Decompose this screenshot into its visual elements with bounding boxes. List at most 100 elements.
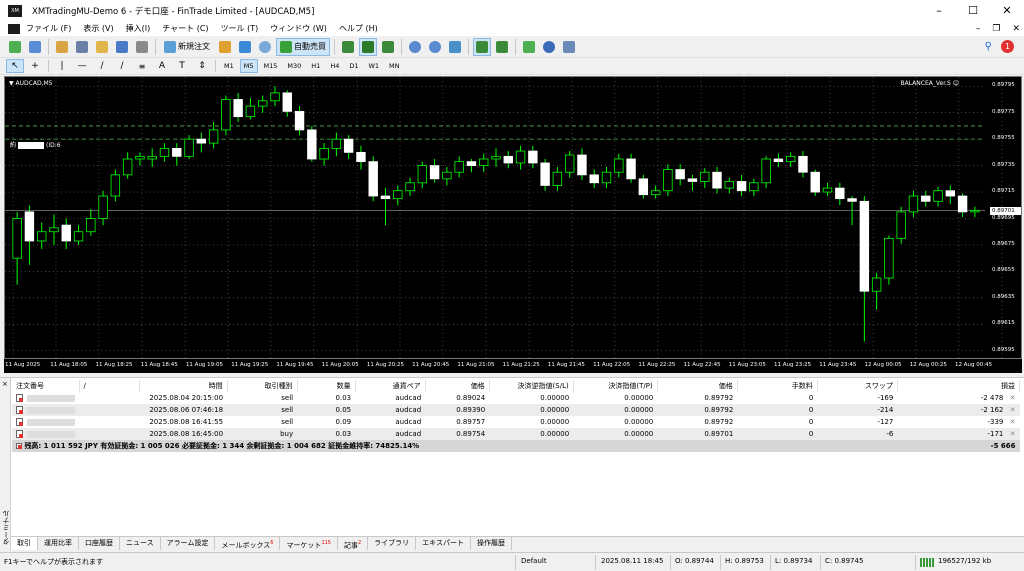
column-current-price[interactable]: 価格 xyxy=(657,380,738,392)
close-position-icon[interactable]: ✕ xyxy=(1010,418,1016,426)
auto-trading-button[interactable]: 自動売買 xyxy=(276,37,330,56)
trade-row[interactable]: 2025.08.08 16:45:00 buy 0.03 audcad 0.89754 0… xyxy=(12,428,1020,440)
status-profile[interactable]: Default xyxy=(521,557,547,565)
column-symbol[interactable]: 通貨ペア xyxy=(355,380,426,392)
column-tp[interactable]: 決済指値(T/P) xyxy=(573,380,658,392)
auto-scroll-button[interactable] xyxy=(473,37,491,56)
notification-badge-icon[interactable]: 1 xyxy=(1001,40,1014,53)
menu-view[interactable]: 表示 (V) xyxy=(77,22,119,36)
column-type[interactable]: 取引種別 xyxy=(227,380,298,392)
bar-chart-button[interactable] xyxy=(339,38,357,56)
navigator-button[interactable] xyxy=(93,38,111,56)
trade-time: 2025.08.08 16:41:55 xyxy=(139,416,228,428)
vertical-line-button[interactable]: | xyxy=(53,59,71,73)
timeframe-w1[interactable]: W1 xyxy=(364,59,383,73)
close-position-icon[interactable]: ✕ xyxy=(1010,430,1016,438)
channel-button[interactable]: ∕ xyxy=(113,59,131,73)
chart-shift-button[interactable] xyxy=(493,38,511,56)
tab-terminal-9[interactable]: エキスパート xyxy=(416,537,471,550)
column-commission[interactable]: 手数料 xyxy=(737,380,818,392)
terminal-close-icon[interactable]: × xyxy=(2,380,8,388)
zoom-out-button[interactable] xyxy=(426,38,444,56)
timeframe-h1[interactable]: H1 xyxy=(307,59,324,73)
timeframe-m30[interactable]: M30 xyxy=(283,59,305,73)
crosshair-button[interactable]: + xyxy=(26,59,44,73)
bearish-candle xyxy=(675,169,685,180)
maximize-icon[interactable]: ☐ xyxy=(956,0,990,22)
market-watch-button[interactable] xyxy=(53,38,71,56)
bearish-candle xyxy=(798,155,808,173)
column-profit[interactable]: 損益 xyxy=(897,380,1021,392)
mdi-close-icon[interactable]: ✕ xyxy=(1012,22,1020,36)
tab-terminal-1[interactable]: 運用比率 xyxy=(38,537,79,550)
tile-windows-button[interactable] xyxy=(446,38,464,56)
menu-file[interactable]: ファイル (F) xyxy=(20,22,77,36)
zoom-in-button[interactable] xyxy=(406,38,424,56)
tab-terminal-6[interactable]: マーケット115 xyxy=(280,537,338,550)
column-size[interactable]: 数量 xyxy=(297,380,356,392)
terminal-button[interactable] xyxy=(113,38,131,56)
periods-button[interactable] xyxy=(540,38,558,56)
column-sl[interactable]: 決済逆指値(S/L) xyxy=(489,380,574,392)
menu-window[interactable]: ウィンドウ (W) xyxy=(264,22,333,36)
column-sort-indicator[interactable]: / xyxy=(79,380,140,392)
close-position-icon[interactable]: ✕ xyxy=(1010,394,1016,402)
candlestick-button[interactable] xyxy=(359,37,377,56)
profiles-button[interactable] xyxy=(26,38,44,56)
bullish-candle xyxy=(73,231,84,242)
column-time[interactable]: 時間 xyxy=(139,380,228,392)
timeframe-m1[interactable]: M1 xyxy=(220,59,238,73)
tab-terminal-2[interactable]: 口座履歴 xyxy=(79,537,120,550)
menu-tools[interactable]: ツール (T) xyxy=(215,22,265,36)
data-window-button[interactable] xyxy=(73,38,91,56)
trade-row[interactable]: 2025.08.04 20:15:00 sell 0.03 audcad 0.89024… xyxy=(12,392,1020,404)
tab-terminal-10[interactable]: 操作履歴 xyxy=(471,537,512,550)
trade-row[interactable]: 2025.08.08 16:41:55 sell 0.09 audcad 0.89757… xyxy=(12,416,1020,428)
column-swap[interactable]: スワップ xyxy=(817,380,898,392)
tab-terminal-8[interactable]: ライブラリ xyxy=(368,537,417,550)
tab-terminal-3[interactable]: ニュース xyxy=(120,537,161,550)
arrows-button[interactable]: ⇕ xyxy=(193,59,211,73)
tab-terminal-5[interactable]: メールボックス6 xyxy=(215,537,281,550)
timeframe-m15[interactable]: M15 xyxy=(260,59,282,73)
trade-row[interactable]: 2025.08.06 07:46:18 sell 0.05 audcad 0.89390… xyxy=(12,404,1020,416)
connection-status-icon[interactable] xyxy=(920,558,934,567)
cursor-button[interactable]: ↖ xyxy=(6,59,24,73)
minimize-icon[interactable]: – xyxy=(922,0,956,22)
horizontal-line-button[interactable]: — xyxy=(73,59,91,73)
text-label-button[interactable]: T xyxy=(173,59,191,73)
menu-chart[interactable]: チャート (C) xyxy=(156,22,214,36)
search-icon[interactable]: ⚲ xyxy=(985,41,992,52)
new-chart-button[interactable] xyxy=(6,38,24,56)
close-position-icon[interactable]: ✕ xyxy=(1010,406,1016,414)
chart-window-icon[interactable] xyxy=(8,24,20,34)
trendline-button[interactable]: ∕ xyxy=(93,59,111,73)
templates-button[interactable] xyxy=(560,38,578,56)
timeframe-h4[interactable]: H4 xyxy=(326,59,343,73)
tab-terminal-4[interactable]: アラーム設定 xyxy=(161,537,216,550)
trade-current-price: 0.89792 xyxy=(657,416,738,428)
mdi-restore-icon[interactable]: ❐ xyxy=(992,22,1000,36)
fibonacci-button[interactable]: ≡ xyxy=(133,59,151,73)
text-button[interactable]: A xyxy=(153,59,171,73)
timeframe-mn[interactable]: MN xyxy=(385,59,403,73)
timeframe-m5[interactable]: M5 xyxy=(239,59,258,73)
column-price[interactable]: 価格 xyxy=(425,380,490,392)
line-chart-button[interactable] xyxy=(379,38,397,56)
community-button[interactable] xyxy=(236,38,254,56)
menu-help[interactable]: ヘルプ (H) xyxy=(333,22,384,36)
price-chart[interactable]: ▼ AUDCAD,M5 BALANCEA_Ver.S ☺ 約 (ID:6 0.89… xyxy=(4,76,1022,359)
indicators-button[interactable] xyxy=(520,38,538,56)
close-icon[interactable]: ✕ xyxy=(990,0,1024,22)
fibonacci-icon: ≡ xyxy=(138,61,146,71)
timeframe-d1[interactable]: D1 xyxy=(345,59,362,73)
metaeditor-button[interactable] xyxy=(216,38,234,56)
menu-insert[interactable]: 挿入(I) xyxy=(120,22,157,36)
signals-button[interactable] xyxy=(256,38,274,56)
tester-button[interactable] xyxy=(133,38,151,56)
column-order-id[interactable]: 注文番号 xyxy=(12,380,80,392)
mdi-minimize-icon[interactable]: – xyxy=(976,22,981,36)
new-order-button[interactable]: 新規注文 xyxy=(160,38,214,56)
tab-trade[interactable]: 取引 xyxy=(11,537,38,550)
tab-terminal-7[interactable]: 記事2 xyxy=(338,537,369,550)
